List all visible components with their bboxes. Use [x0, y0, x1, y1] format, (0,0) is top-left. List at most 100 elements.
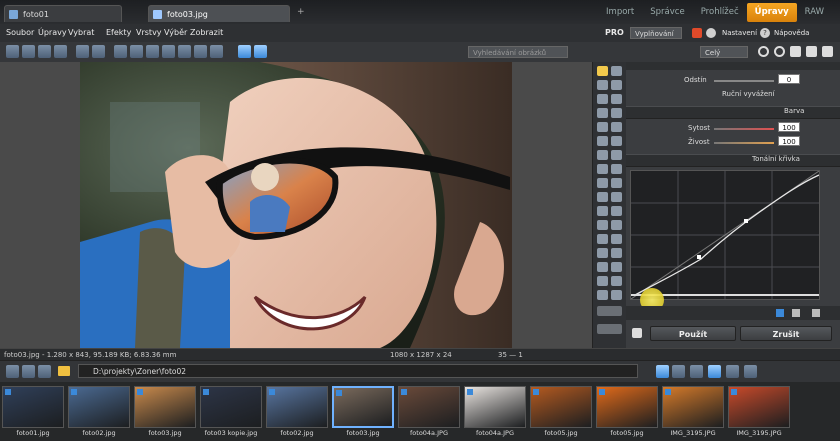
color-swatch-icon[interactable]	[597, 306, 622, 316]
perspective-icon[interactable]	[611, 248, 622, 258]
copy-icon[interactable]	[792, 309, 800, 317]
saturation-value[interactable]: 100	[778, 122, 800, 132]
folder-options-icon[interactable]	[726, 365, 739, 378]
menu-view[interactable]: Zobrazit	[190, 24, 223, 42]
print-icon[interactable]	[54, 45, 67, 58]
vibrance-slider[interactable]	[714, 142, 774, 144]
folder-icon[interactable]	[58, 366, 70, 376]
warp-icon[interactable]	[597, 248, 608, 258]
rotate-tool-icon[interactable]	[611, 94, 622, 104]
thumbnail[interactable]	[596, 386, 658, 428]
color-dropdown[interactable]: Barva	[784, 107, 804, 115]
crop-icon[interactable]	[114, 45, 127, 58]
crop-tool-icon[interactable]	[597, 94, 608, 104]
tone-curve-graph[interactable]	[630, 170, 820, 300]
levels-icon[interactable]	[194, 45, 207, 58]
mode-view[interactable]: Prohlížeč	[693, 3, 747, 22]
up-folder-icon[interactable]	[38, 365, 51, 378]
notification-icon[interactable]	[692, 28, 702, 38]
brush-icon[interactable]	[597, 136, 608, 146]
clone-icon[interactable]	[597, 150, 608, 160]
new-file-icon[interactable]	[6, 45, 19, 58]
refresh-icon[interactable]	[744, 365, 757, 378]
pen-icon[interactable]	[597, 192, 608, 202]
select-rect-icon[interactable]	[597, 108, 608, 118]
compare-icon[interactable]	[238, 45, 251, 58]
frame-icon[interactable]	[597, 262, 608, 272]
preferences-link[interactable]: Nastavení	[722, 24, 757, 42]
blur-icon[interactable]	[611, 178, 622, 188]
gradient-icon[interactable]	[597, 220, 608, 230]
zoom-out-icon[interactable]	[774, 46, 785, 57]
rotate-right-icon[interactable]	[146, 45, 159, 58]
save-icon[interactable]	[38, 45, 51, 58]
mode-manage[interactable]: Správce	[642, 3, 692, 22]
mode-edit[interactable]: Úpravy	[746, 3, 797, 22]
filter-icon[interactable]	[690, 365, 703, 378]
zoom-in-icon[interactable]	[758, 46, 769, 57]
open-folder-icon[interactable]	[22, 45, 35, 58]
line-icon[interactable]	[611, 192, 622, 202]
select-ellipse-icon[interactable]	[611, 108, 622, 118]
menu-file[interactable]: Soubor	[6, 24, 34, 42]
hand-tool-icon[interactable]	[597, 80, 608, 90]
adjust-icon[interactable]	[210, 45, 223, 58]
thumbnail[interactable]	[134, 386, 196, 428]
tone-curve-dropdown[interactable]: Tonální křivka	[752, 155, 800, 163]
zoom-select[interactable]: Celý	[700, 46, 748, 58]
thumbnail[interactable]	[530, 386, 592, 428]
flip-icon[interactable]	[162, 45, 175, 58]
watermark-icon[interactable]	[611, 262, 622, 272]
details-view-icon[interactable]	[708, 365, 721, 378]
thumbnail[interactable]	[464, 386, 526, 428]
reset-icon[interactable]	[812, 309, 820, 317]
thumbnail[interactable]	[398, 386, 460, 428]
menu-layers[interactable]: Vrstvy	[136, 24, 162, 42]
back-icon[interactable]	[6, 365, 19, 378]
document-tab-foto03[interactable]: foto03.jpg	[148, 5, 290, 22]
zoom-tool-icon[interactable]	[611, 66, 622, 76]
magic-wand-icon[interactable]	[611, 122, 622, 132]
search-input[interactable]: Vyhledávání obrázků	[468, 46, 568, 58]
thumbnail[interactable]	[332, 386, 394, 428]
saturation-slider[interactable]	[714, 128, 774, 130]
vibrance-value[interactable]: 100	[778, 136, 800, 146]
help-icon[interactable]: ?	[760, 28, 770, 38]
fill-icon[interactable]	[611, 220, 622, 230]
red-eye-icon[interactable]	[597, 164, 608, 174]
help-link[interactable]: Nápověda	[774, 24, 809, 42]
folder-path-input[interactable]: D:\projekty\Zoner\foto02	[78, 364, 638, 378]
apply-button[interactable]: Použít	[650, 326, 736, 341]
fill-dropdown[interactable]: Vyplňování	[630, 27, 682, 39]
hue-value[interactable]: 0	[778, 74, 800, 84]
eyedropper-icon[interactable]	[597, 234, 608, 244]
thumbnail-view-icon[interactable]	[656, 365, 669, 378]
forward-icon[interactable]	[22, 365, 35, 378]
resize-icon[interactable]	[178, 45, 191, 58]
gear-icon[interactable]	[706, 28, 716, 38]
thumbnail[interactable]	[68, 386, 130, 428]
menu-select[interactable]: Vybrat	[68, 24, 94, 42]
menu-edit[interactable]: Úpravy	[38, 24, 67, 42]
thumbnail[interactable]	[266, 386, 328, 428]
document-tab-foto01[interactable]: foto01	[4, 5, 122, 22]
photo-image[interactable]	[80, 62, 512, 348]
histogram-icon[interactable]	[597, 290, 608, 300]
layers-icon[interactable]	[597, 276, 608, 286]
sort-icon[interactable]	[672, 365, 685, 378]
heal-icon[interactable]	[611, 150, 622, 160]
save-preset-icon[interactable]	[776, 309, 784, 317]
settings-icon[interactable]	[597, 324, 622, 334]
picker-icon[interactable]	[611, 234, 622, 244]
redo-icon[interactable]	[92, 45, 105, 58]
fit-icon[interactable]	[790, 46, 801, 57]
thumbnail[interactable]	[2, 386, 64, 428]
lasso-icon[interactable]	[597, 122, 608, 132]
menu-selection[interactable]: Výběr	[164, 24, 187, 42]
dodge-icon[interactable]	[611, 164, 622, 174]
cancel-button[interactable]: Zrušit	[740, 326, 832, 341]
quick-fix-icon[interactable]	[597, 66, 608, 76]
mode-raw[interactable]: RAW	[797, 3, 832, 22]
split-view-icon[interactable]	[254, 45, 267, 58]
mask-icon[interactable]	[611, 276, 622, 286]
